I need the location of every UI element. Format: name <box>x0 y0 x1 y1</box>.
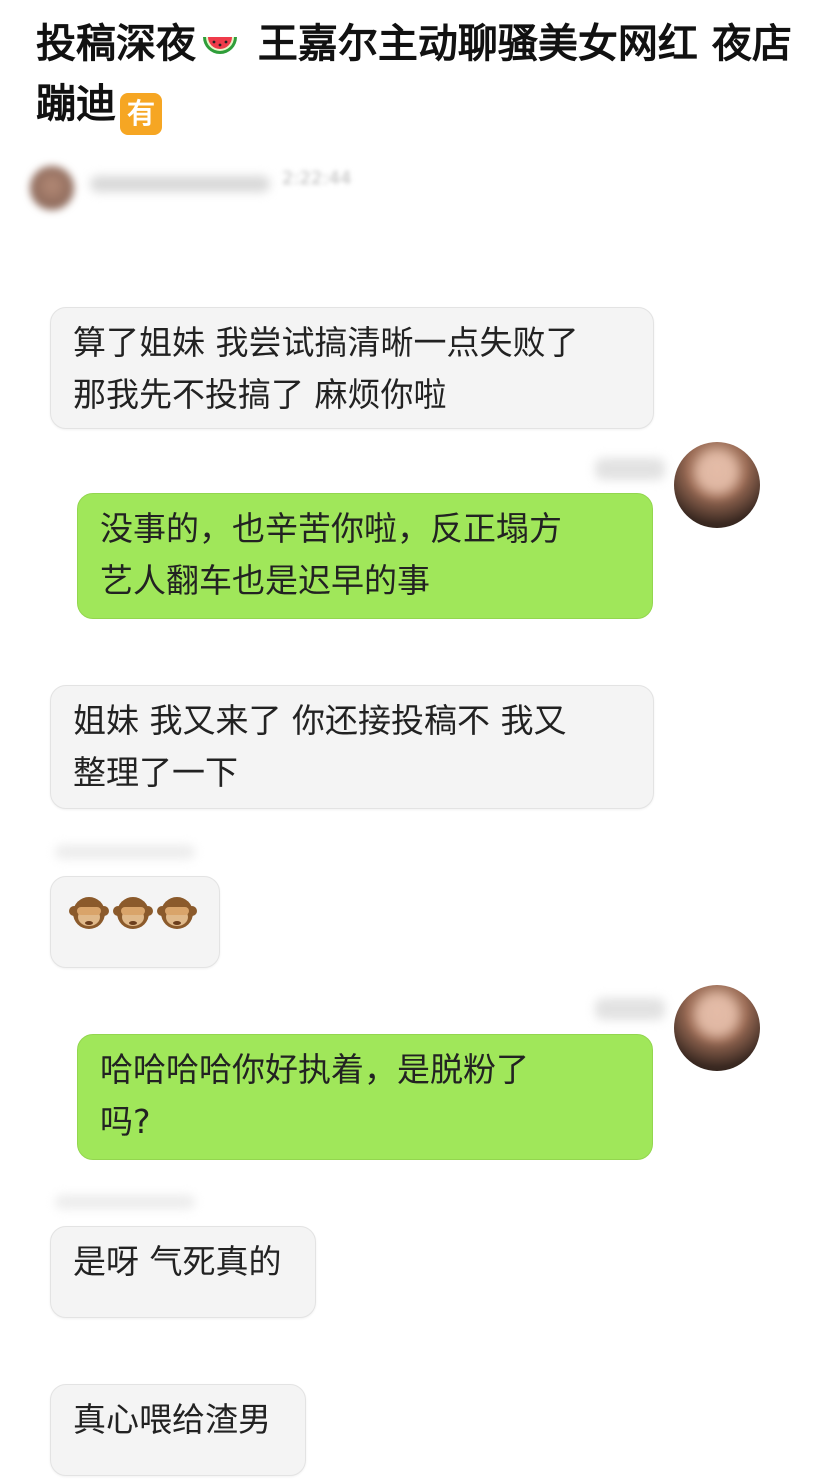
blurred-sender-name <box>90 176 270 192</box>
post-title: 投稿深夜 王嘉尔主动聊骚美女网红 夜店蹦迪有 <box>36 14 796 135</box>
message-line: 真心喂给渣男 <box>73 1400 271 1439</box>
message-bubble-right[interactable]: 哈哈哈哈你好执着，是脱粉了 吗? <box>77 1034 653 1160</box>
message-line: 整理了一下 <box>73 753 238 792</box>
message-line: 艺人翻车也是迟早的事 <box>100 561 430 600</box>
message-bubble-left[interactable]: 算了姐妹 我尝试搞清晰一点失败了 那我先不投搞了 麻烦你啦 <box>50 307 654 429</box>
blurred-self-name <box>595 458 665 480</box>
self-avatar[interactable] <box>674 442 760 528</box>
message-line: 是呀 气死真的 <box>73 1242 282 1281</box>
message-line: 没事的，也辛苦你啦，反正塌方 <box>100 509 562 548</box>
blurred-sender-name <box>55 845 195 859</box>
message-line: 算了姐妹 我尝试搞清晰一点失败了 <box>73 323 579 362</box>
message-line: 吗? <box>100 1102 151 1141</box>
message-line: 哈哈哈哈你好执着，是脱粉了 <box>100 1050 529 1089</box>
message-line: 姐妹 我又来了 你还接投稿不 我又 <box>73 701 567 740</box>
you-badge: 有 <box>120 93 162 135</box>
message-bubble-right[interactable]: 没事的，也辛苦你啦，反正塌方 艺人翻车也是迟早的事 <box>77 493 653 619</box>
title-text-1: 投稿深夜 <box>36 21 196 67</box>
watermelon-icon <box>203 37 237 54</box>
self-avatar[interactable] <box>674 985 760 1071</box>
see-no-evil-monkey-icon <box>157 897 197 929</box>
blurred-timestamp: 2:22:44 <box>282 168 352 189</box>
message-bubble-left[interactable] <box>50 876 220 968</box>
see-no-evil-monkey-icon <box>113 897 153 929</box>
message-bubble-left[interactable]: 是呀 气死真的 <box>50 1226 316 1318</box>
message-bubble-left[interactable]: 姐妹 我又来了 你还接投稿不 我又 整理了一下 <box>50 685 654 809</box>
see-no-evil-monkey-icon <box>69 897 109 929</box>
blurred-self-name <box>595 998 665 1020</box>
blurred-sender-name <box>55 1195 195 1209</box>
message-bubble-left[interactable]: 真心喂给渣男 <box>50 1384 306 1476</box>
blurred-sender-avatar <box>30 166 74 210</box>
message-line: 那我先不投搞了 麻烦你啦 <box>73 375 447 414</box>
emoji-row <box>69 887 201 933</box>
